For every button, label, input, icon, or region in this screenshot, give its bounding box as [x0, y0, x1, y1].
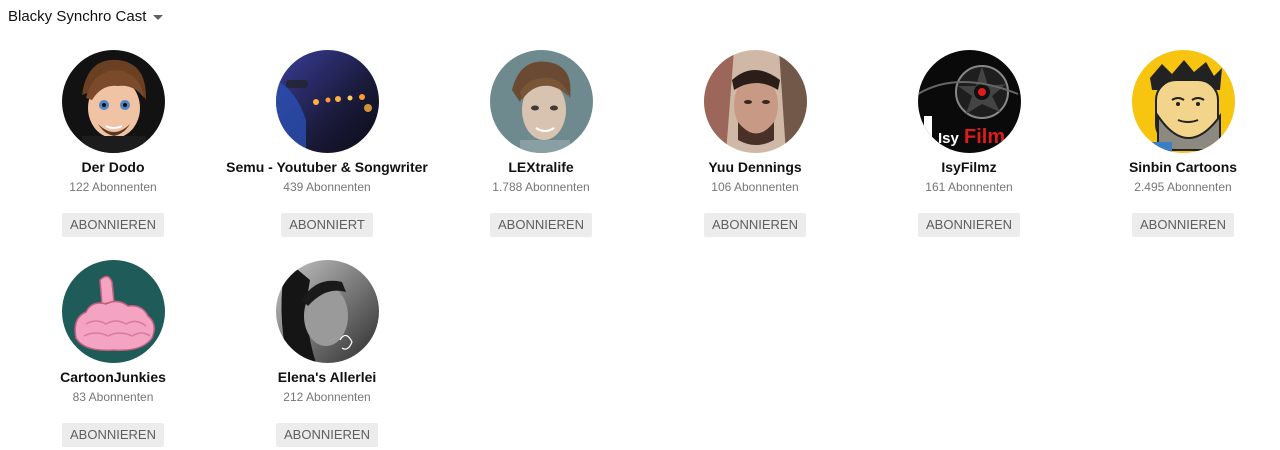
- channel-avatar[interactable]: [61, 50, 165, 153]
- night-lights-avatar-icon: [275, 50, 379, 153]
- channel-card: Elena's Allerlei 212 Abonnenten ABONNIER…: [220, 260, 434, 447]
- cartoon-man-avatar-icon: [61, 50, 165, 153]
- channel-card: Yuu Dennings 106 Abonnenten ABONNIEREN: [648, 50, 862, 237]
- subscriber-count: 161 Abonnenten: [925, 180, 1013, 194]
- channel-avatar[interactable]: Isy Film: [917, 50, 1021, 153]
- drawn-man-avatar-icon: [489, 50, 593, 153]
- channel-name[interactable]: CartoonJunkies: [6, 368, 220, 386]
- channel-avatar[interactable]: [61, 260, 165, 363]
- subscriber-count: 212 Abonnenten: [283, 390, 371, 404]
- subscribe-button[interactable]: ABONNIEREN: [704, 213, 806, 237]
- subscriber-count: 439 Abonnenten: [283, 180, 371, 194]
- woman-portrait-avatar-icon: [275, 260, 379, 363]
- channel-name[interactable]: Elena's Allerlei: [220, 368, 434, 386]
- channel-avatar[interactable]: [275, 260, 379, 363]
- subscribed-button[interactable]: ABONNIERT: [281, 213, 373, 237]
- logo-text-film: Film: [964, 126, 1005, 148]
- channel-name[interactable]: LEXtralife: [434, 158, 648, 176]
- subscribe-button[interactable]: ABONNIEREN: [276, 423, 378, 447]
- channel-avatar[interactable]: [1131, 50, 1235, 153]
- channel-name[interactable]: Semu - Youtuber & Songwriter: [220, 158, 434, 176]
- channel-card: CartoonJunkies 83 Abonnenten ABONNIEREN: [6, 260, 220, 447]
- section-title: Blacky Synchro Cast: [8, 7, 147, 25]
- subscribe-button[interactable]: ABONNIEREN: [62, 423, 164, 447]
- section-title-dropdown[interactable]: Blacky Synchro Cast: [8, 6, 164, 26]
- channel-avatar[interactable]: [703, 50, 807, 153]
- subscriber-count: 122 Abonnenten: [69, 180, 157, 194]
- channel-name[interactable]: Yuu Dennings: [648, 158, 862, 176]
- pink-blob-thumbs-up-icon: [61, 260, 165, 363]
- cartoon-bearded-man-icon: [1131, 50, 1235, 153]
- subscriber-count: 2.495 Abonnenten: [1134, 180, 1232, 194]
- subscribe-button[interactable]: ABONNIEREN: [918, 213, 1020, 237]
- caret-down-icon[interactable]: [153, 14, 164, 20]
- channel-name[interactable]: IsyFilmz: [862, 158, 1076, 176]
- subscriber-count: 83 Abonnenten: [72, 390, 154, 404]
- channel-card: LEXtralife 1.788 Abonnenten ABONNIEREN: [434, 50, 648, 237]
- portrait-avatar-icon: [703, 50, 807, 153]
- channel-card: Sinbin Cartoons 2.495 Abonnenten ABONNIE…: [1076, 50, 1280, 237]
- channel-avatar[interactable]: [489, 50, 593, 153]
- subscriber-count: 106 Abonnenten: [711, 180, 799, 194]
- subscribe-button[interactable]: ABONNIEREN: [1132, 213, 1234, 237]
- subscribe-button[interactable]: ABONNIEREN: [62, 213, 164, 237]
- channel-avatar[interactable]: [275, 50, 379, 153]
- logo-text-isy: Isy: [938, 130, 960, 147]
- channel-card: Semu - Youtuber & Songwriter 439 Abonnen…: [220, 50, 434, 237]
- channel-card: Der Dodo 122 Abonnenten ABONNIEREN: [6, 50, 220, 237]
- subscribe-button[interactable]: ABONNIEREN: [490, 213, 592, 237]
- subscriber-count: 1.788 Abonnenten: [492, 180, 590, 194]
- channel-name[interactable]: Der Dodo: [6, 158, 220, 176]
- channel-card: Isy Film IsyFilmz 161 Abonnenten ABONNIE…: [862, 50, 1076, 237]
- channel-name[interactable]: Sinbin Cartoons: [1076, 158, 1280, 176]
- isyfilmz-logo-icon: Isy Film: [917, 50, 1021, 153]
